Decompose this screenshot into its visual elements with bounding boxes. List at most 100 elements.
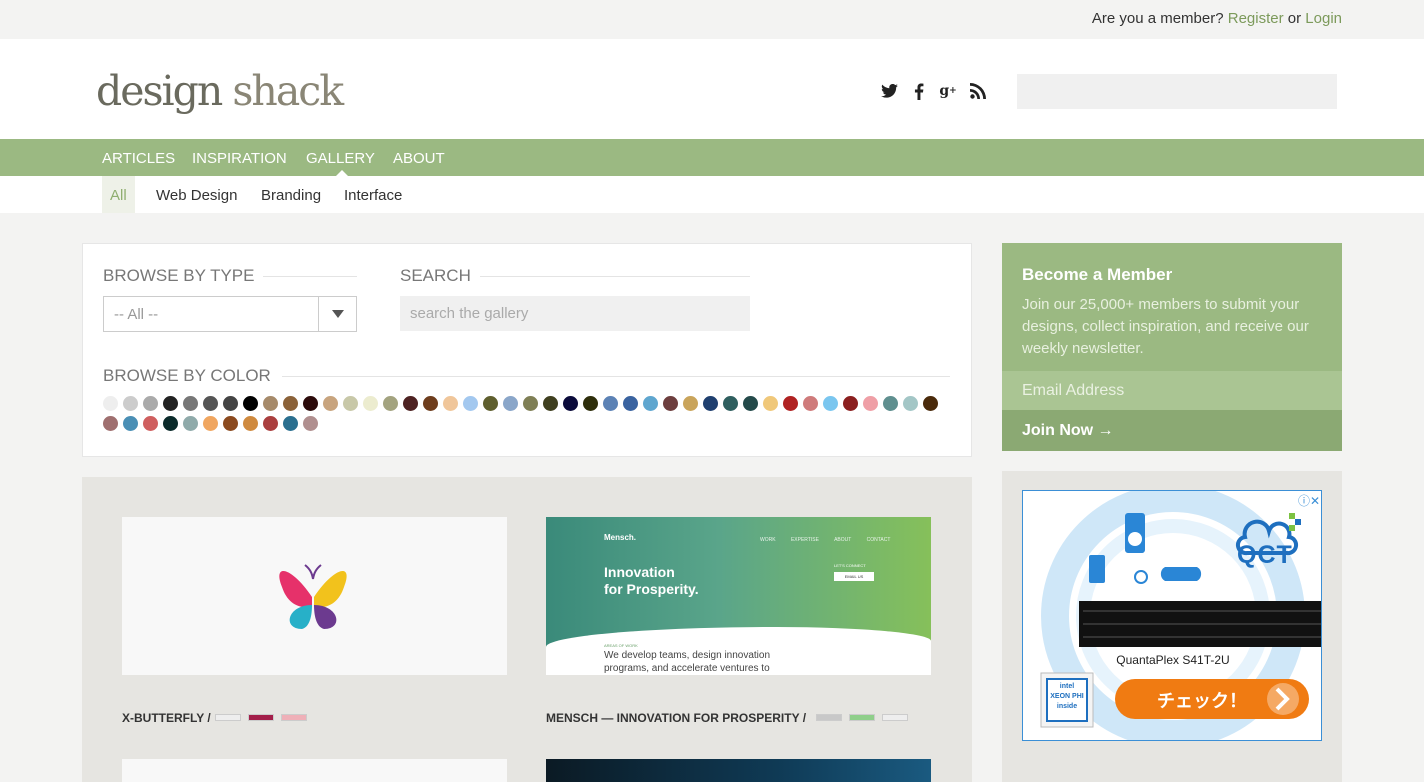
color-swatch[interactable] [563, 396, 578, 411]
nav-inspiration[interactable]: INSPIRATION [192, 150, 287, 167]
rss-icon[interactable] [967, 79, 989, 103]
color-swatch[interactable] [323, 396, 338, 411]
type-select[interactable]: -- All -- [103, 296, 357, 332]
color-chip[interactable] [248, 714, 274, 721]
color-swatch[interactable] [343, 396, 358, 411]
gallery-thumbnail[interactable]: Mensch. WORK EXPERTISE ABOUT CONTACT Inn… [546, 517, 931, 675]
advertisement[interactable]: QCT QuantaPlex S41T-2U intel XEON PHI in… [1022, 490, 1322, 741]
color-swatch[interactable] [503, 396, 518, 411]
site-logo[interactable]: design shack [96, 67, 344, 115]
color-swatch[interactable] [683, 396, 698, 411]
color-swatch[interactable] [523, 396, 538, 411]
color-swatch[interactable] [623, 396, 638, 411]
color-swatch[interactable] [903, 396, 918, 411]
color-swatch[interactable] [143, 396, 158, 411]
facebook-icon[interactable] [908, 79, 930, 103]
subnav-interface[interactable]: Interface [336, 176, 410, 213]
main-nav: ARTICLES INSPIRATION GALLERY ABOUT [0, 139, 1424, 176]
color-swatch[interactable] [763, 396, 778, 411]
chevron-down-icon[interactable] [318, 297, 356, 331]
color-swatch[interactable] [703, 396, 718, 411]
color-swatch[interactable] [143, 416, 158, 431]
member-signup-box: Become a Member Join our 25,000+ members… [1002, 243, 1342, 451]
color-swatch[interactable] [423, 396, 438, 411]
nav-gallery[interactable]: GALLERY [306, 150, 375, 167]
subnav-branding[interactable]: Branding [253, 176, 329, 213]
color-swatch[interactable] [543, 396, 558, 411]
color-swatch[interactable] [283, 416, 298, 431]
ad-container: QCT QuantaPlex S41T-2U intel XEON PHI in… [1002, 471, 1342, 782]
color-chip[interactable] [816, 714, 842, 721]
subnav-all[interactable]: All [102, 176, 135, 213]
member-title: Become a Member [1022, 265, 1173, 284]
twitter-icon[interactable] [878, 79, 900, 103]
color-chip[interactable] [281, 714, 307, 721]
color-swatch[interactable] [303, 396, 318, 411]
color-swatch[interactable] [243, 416, 258, 431]
register-link[interactable]: Register [1228, 10, 1284, 27]
color-swatch[interactable] [743, 396, 758, 411]
color-swatch[interactable] [583, 396, 598, 411]
header-search-input[interactable] [1017, 74, 1337, 109]
gallery-thumbnail[interactable] [122, 759, 507, 782]
color-swatch[interactable] [123, 416, 138, 431]
color-swatch[interactable] [223, 396, 238, 411]
color-swatch[interactable] [483, 396, 498, 411]
color-swatch[interactable] [663, 396, 678, 411]
color-swatch[interactable] [203, 396, 218, 411]
color-swatch[interactable] [443, 396, 458, 411]
divider [263, 276, 357, 277]
ad-close-icon[interactable]: ⓘ✕ [1298, 492, 1320, 509]
email-field[interactable] [1002, 371, 1342, 410]
subnav-web-design[interactable]: Web Design [148, 176, 245, 213]
card-title[interactable]: MENSCH — INNOVATION FOR PROSPERITY / [546, 711, 806, 725]
ad-cta-button[interactable]: チェック！ [1157, 687, 1247, 713]
card-title[interactable]: X-BUTTERFLY / [122, 711, 211, 725]
color-swatch[interactable] [783, 396, 798, 411]
color-swatch[interactable] [303, 416, 318, 431]
color-swatch[interactable] [163, 416, 178, 431]
color-chip[interactable] [882, 714, 908, 721]
intel-line: inside [1056, 703, 1078, 710]
join-now-button[interactable]: Join Now → [1002, 410, 1342, 451]
color-swatch[interactable] [243, 396, 258, 411]
color-swatch[interactable] [283, 396, 298, 411]
color-swatch[interactable] [803, 396, 818, 411]
color-swatch[interactable] [223, 416, 238, 431]
intel-line: XEON PHI [1050, 693, 1084, 700]
gallery-search-input[interactable] [400, 296, 750, 331]
color-swatch[interactable] [383, 396, 398, 411]
login-link[interactable]: Login [1305, 10, 1342, 27]
color-swatch[interactable] [463, 396, 478, 411]
color-swatch[interactable] [103, 416, 118, 431]
color-swatch[interactable] [163, 396, 178, 411]
google-plus-icon[interactable]: g + [937, 79, 959, 103]
color-swatch[interactable] [403, 396, 418, 411]
color-swatch[interactable] [123, 396, 138, 411]
color-swatch[interactable] [603, 396, 618, 411]
color-swatch[interactable] [263, 416, 278, 431]
color-swatch[interactable] [883, 396, 898, 411]
color-swatch[interactable] [183, 396, 198, 411]
color-swatch[interactable] [843, 396, 858, 411]
mockup-body: programs, and accelerate ventures to [604, 663, 770, 674]
gallery-thumbnail[interactable] [122, 517, 507, 675]
color-swatch[interactable] [823, 396, 838, 411]
color-chip[interactable] [215, 714, 241, 721]
color-swatch[interactable] [723, 396, 738, 411]
gallery-thumbnail[interactable] [546, 759, 931, 782]
color-swatch[interactable] [103, 396, 118, 411]
color-chip[interactable] [849, 714, 875, 721]
mockup-brand: Mensch. [604, 533, 637, 542]
color-swatch[interactable] [643, 396, 658, 411]
search-label: SEARCH [400, 266, 471, 285]
color-swatch[interactable] [863, 396, 878, 411]
color-swatch[interactable] [263, 396, 278, 411]
nav-about[interactable]: ABOUT [393, 150, 445, 167]
color-swatch[interactable] [203, 416, 218, 431]
color-swatch[interactable] [363, 396, 378, 411]
site-header: design shack g + [0, 39, 1424, 139]
color-swatch[interactable] [183, 416, 198, 431]
nav-articles[interactable]: ARTICLES [102, 150, 175, 167]
color-swatch[interactable] [923, 396, 938, 411]
